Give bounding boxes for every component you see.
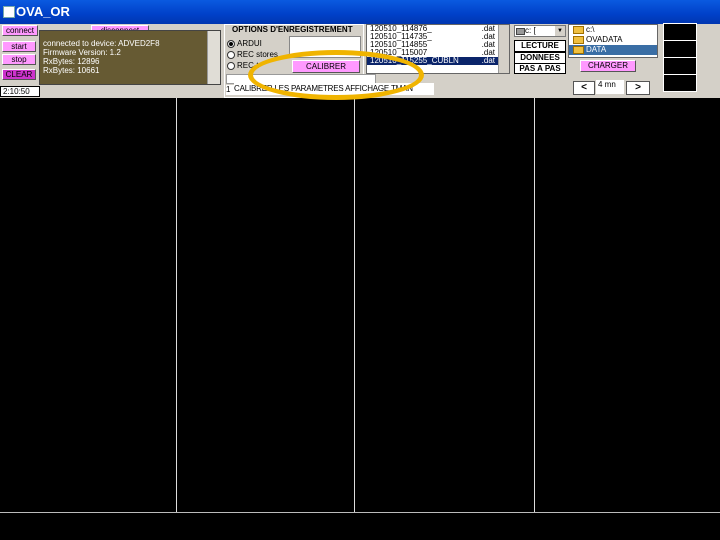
file-list-scrollbar[interactable] — [498, 25, 509, 73]
indicator-box — [663, 40, 697, 58]
drive-select[interactable]: c: [ ▼ — [514, 25, 566, 37]
status-line: Firmware Version: 1.2 — [43, 48, 121, 57]
parameter-index: 1 — [226, 85, 234, 95]
clock-display: 2:10:50 — [0, 86, 40, 97]
next-button[interactable]: > — [626, 81, 650, 95]
dir-row-selected[interactable]: DATA — [569, 45, 657, 55]
status-log: connected to device: ADVED2F8 Firmware V… — [39, 30, 221, 85]
drive-icon — [516, 28, 525, 35]
folder-icon — [573, 25, 584, 34]
radio-dot — [227, 61, 235, 70]
start-button[interactable]: start — [2, 41, 36, 52]
stop-button[interactable]: stop — [2, 54, 36, 65]
folder-icon — [573, 45, 584, 54]
status-line: RxBytes: 12896 — [43, 57, 100, 66]
prev-button[interactable]: < — [573, 81, 595, 95]
options-title: OPTIONS D'ENREGISTREMENT — [232, 25, 353, 34]
indicator-box — [663, 23, 697, 41]
clear-button[interactable]: CLEAR — [2, 69, 36, 80]
connect-button[interactable]: connect — [2, 25, 38, 36]
title-bar: OVA_OR — [0, 0, 720, 24]
folder-icon — [573, 35, 584, 44]
status-line: RxBytes: 10661 — [43, 66, 100, 75]
window-title: OVA_OR — [16, 4, 70, 19]
charger-button[interactable]: CHARGER — [580, 60, 636, 72]
pas-a-pas-button[interactable]: PAS A PAS — [514, 63, 566, 74]
dir-row[interactable]: OVADATA — [569, 35, 657, 45]
grid-divider — [354, 98, 355, 512]
directory-list[interactable]: c:\ OVADATA DATA — [568, 24, 658, 58]
duration-display: 4 mn — [596, 80, 624, 94]
radio-dot — [227, 39, 235, 48]
grid-divider — [176, 98, 177, 512]
app-icon — [3, 6, 15, 18]
highlight-ellipse — [248, 50, 424, 100]
indicator-box — [663, 74, 697, 92]
signal-display — [0, 98, 720, 540]
dir-row[interactable]: c:\ — [569, 25, 657, 35]
chevron-down-icon[interactable]: ▼ — [555, 26, 565, 36]
status-line: connected to device: ADVED2F8 — [43, 39, 160, 48]
radio-ardui[interactable]: ARDUI — [227, 39, 262, 48]
indicator-box — [663, 57, 697, 75]
lecture-button[interactable]: LECTURE — [514, 40, 566, 52]
grid-divider — [534, 98, 535, 512]
radio-dot — [227, 50, 235, 59]
baseline — [0, 512, 720, 513]
status-scrollbar[interactable] — [207, 31, 220, 84]
